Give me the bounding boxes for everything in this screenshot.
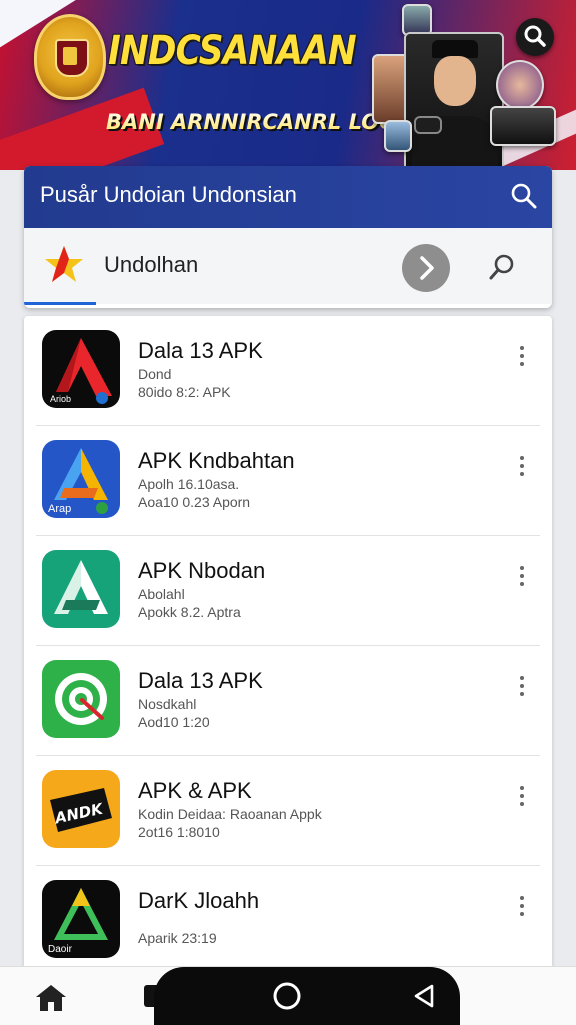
bottom-navigation [0,966,576,1025]
app-name: Dala 13 APK [138,338,263,363]
hero-banner: INDCSANAAN BANI ARNNIRCANRL LOOI BANI AR… [0,0,576,170]
app-detail: 2ot16 1:8010 [138,824,220,840]
back-button[interactable] [412,983,436,1009]
go-button[interactable] [402,244,450,292]
app-detail: Aparik 23:19 [138,930,217,946]
app-name: APK Nbodan [138,558,266,583]
more-options-icon[interactable] [516,454,528,480]
app-name: APK Kndbahtan [138,448,295,473]
banner-person-photo [404,32,504,170]
chevron-right-icon [420,256,434,280]
home-icon [36,985,66,1011]
star-logo-icon [45,246,83,282]
system-nav-bar [154,967,460,1025]
list-item[interactable]: Ariob Dala 13 APK Dond 80ido 8:2: APK [24,316,552,426]
app-name: APK & APK [138,778,252,803]
more-options-icon[interactable] [516,894,528,920]
app-list: Ariob Dala 13 APK Dond 80ido 8:2: APK Ar… [24,316,552,976]
more-options-icon[interactable] [516,344,528,370]
search-icon [511,183,537,209]
more-options-icon[interactable] [516,784,528,810]
app-detail: Apokk 8.2. Aptra [138,604,241,620]
list-item[interactable]: Arap APK Kndbahtan Apolh 16.10asa. Aoa10… [24,426,552,536]
svg-text:Daoir: Daoir [48,944,73,955]
yellow-badge-icon: ANDK [42,770,120,848]
more-options-icon[interactable] [516,674,528,700]
app-name: Dala 13 APK [138,668,263,693]
target-icon [42,660,120,738]
triangle-icon: Daoir [42,880,120,958]
search-bar[interactable]: Undolhan [24,228,552,304]
app-detail: Abolahl [138,586,185,602]
search-icon [489,254,514,280]
banner-search-button[interactable] [516,18,554,56]
app-detail: Kodin Deidaa: Raoanan Appk [138,806,322,822]
home-button[interactable] [34,983,68,1013]
search-submit-button[interactable] [486,250,520,284]
list-item[interactable]: ANDK APK & APK Kodin Deidaa: Raoanan App… [24,756,552,866]
app-bar: Pusår Undoian Undonsian [24,166,552,228]
search-input[interactable]: Undolhan [104,252,198,278]
app-detail: Aod10 1:20 [138,714,210,730]
list-item[interactable]: Dala 13 APK Nosdkahl Aod10 1:20 [24,646,552,756]
circle-home-button[interactable] [272,981,302,1011]
banner-title: INDCSANAAN [108,28,357,74]
app-name: DarK Jloahh [138,888,260,913]
banner-photo [490,106,556,146]
header-search-button[interactable] [508,180,540,212]
svg-text:Arap: Arap [48,503,71,515]
red-a-icon: Ariob [42,330,120,408]
banner-photo [384,120,412,152]
list-item[interactable]: APK Nbodan Abolahl Apokk 8.2. Aptra [24,536,552,646]
list-item[interactable]: Daoir DarK Jloahh Aparik 23:19 [24,866,552,976]
page-title: Pusår Undoian Undonsian [40,182,297,207]
more-options-icon[interactable] [516,564,528,590]
emblem-logo [34,14,106,100]
app-detail: 80ido 8:2: APK [138,384,231,400]
back-icon [414,984,434,1008]
search-icon [524,25,546,47]
blue-a-icon: Arap [42,440,120,518]
app-detail: Nosdkahl [138,696,197,712]
search-card: Pusår Undoian Undonsian Undolhan [24,166,552,308]
app-detail: Apolh 16.10asa. [138,476,240,492]
app-detail: Dond [138,366,172,382]
green-a-icon [42,550,120,628]
app-detail: Aoa10 0.23 Aporn [138,494,251,510]
svg-text:Ariob: Ariob [50,394,71,404]
active-tab-indicator [24,302,96,305]
banner-photo [496,60,544,110]
circle-home-icon [273,982,301,1010]
banner-subtitle: BANI ARNNIRCANRL LOOI [106,110,405,134]
